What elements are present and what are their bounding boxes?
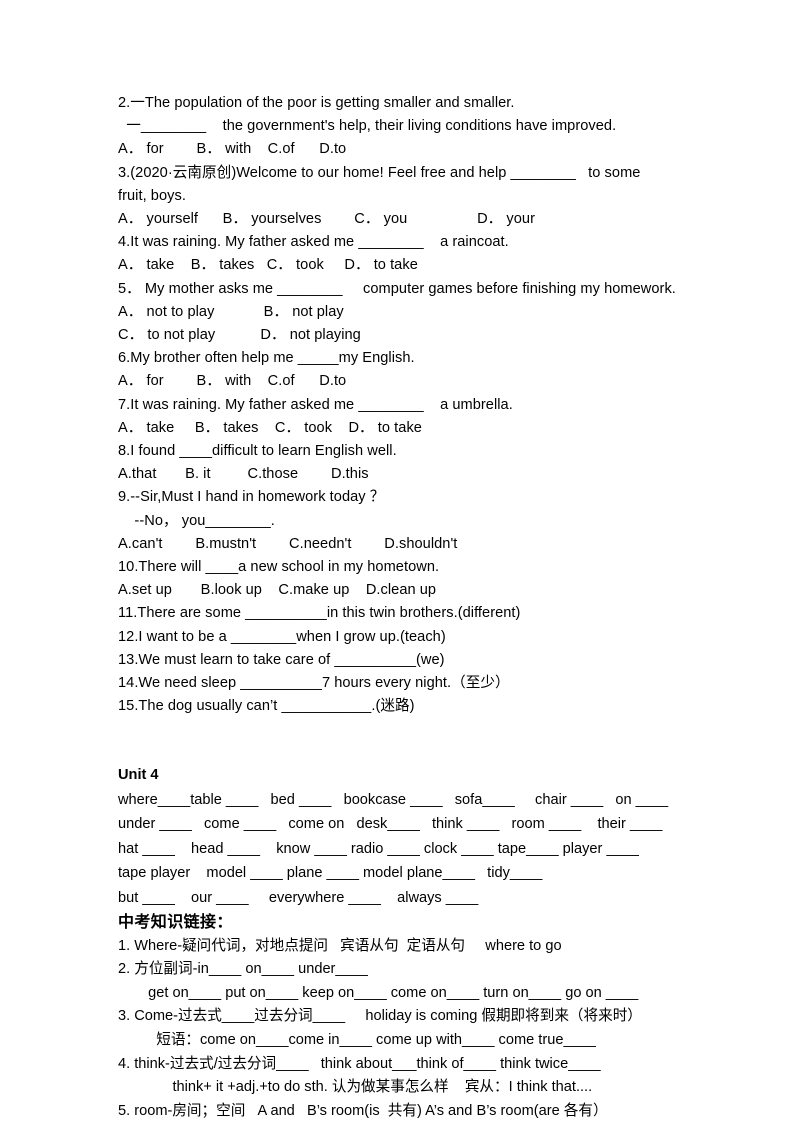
unit4-vocab-line-5: but ____ our ____ everywhere ____ always…: [118, 890, 479, 907]
unit4-vocab-line-4: tape player model ____ plane ____ model …: [118, 865, 543, 882]
question-3-options: A． yourself B． yourselves C． you D． your: [118, 211, 536, 228]
question-9-stem-line2: --No， you________.: [118, 512, 275, 529]
knowledge-item-3: 3. Come-过去式____过去分词____ holiday is comin…: [118, 1008, 642, 1025]
knowledge-item-2: 2. 方位副词-in____ on____ under____: [118, 961, 368, 978]
knowledge-item-2-sub: get on____ put on____ keep on____ come o…: [140, 984, 639, 1001]
unit4-vocab-line-1: where____table ____ bed ____ bookcase __…: [118, 791, 669, 808]
question-5-stem-line1: 5． My mother asks me ________ computer g…: [118, 280, 676, 297]
question-3-stem-line2: fruit, boys.: [118, 187, 186, 204]
question-9-stem-line1: 9.--Sir,Must I hand in homework today ？: [118, 489, 385, 506]
question-5-options-line1: A． not to play B． not play: [118, 303, 344, 320]
worksheet-content: 2.一The population of the poor is getting…: [118, 92, 683, 1123]
knowledge-item-1: 1. Where-疑问代词，对地点提问 宾语从句 定语从句 where to g…: [118, 937, 562, 954]
knowledge-item-3-sub: 短语：come on____come in____ come up with__…: [140, 1032, 596, 1049]
knowledge-link-heading: 中考知识链接：: [118, 913, 233, 931]
question-4-stem-line1: 4.It was raining. My father asked me ___…: [118, 234, 509, 251]
question-2-options: A． for B． with C.of D.to: [118, 141, 347, 158]
question-7-options: A． take B． takes C． took D． to take: [118, 419, 422, 436]
question-3-stem-line1: 3.(2020·云南原创)Welcome to our home! Feel f…: [118, 164, 641, 181]
knowledge-item-5: 5. room-房间；空间 A and B’s room(is 共有) A’s …: [118, 1102, 608, 1119]
question-14-stem: 14.We need sleep __________7 hours every…: [118, 675, 510, 692]
unit4-heading: Unit 4: [118, 767, 159, 784]
question-15-stem: 15.The dog usually can’t ___________.(迷路…: [118, 698, 415, 715]
question-6-options: A． for B． with C.of D.to: [118, 373, 347, 390]
question-8-stem-line1: 8.I found ____difficult to learn English…: [118, 443, 397, 460]
question-8-options: A.that B. it C.those D.this: [118, 466, 369, 483]
question-12-stem: 12.I want to be a ________when I grow up…: [118, 628, 446, 645]
question-5-options-line2: C． to not play D． not playing: [118, 327, 361, 344]
knowledge-item-4: 4. think-过去式/过去分词____ think about___thin…: [118, 1055, 601, 1072]
question-7-stem-line1: 7.It was raining. My father asked me ___…: [118, 396, 513, 413]
unit4-vocab-line-3: hat ____ head ____ know ____ radio ____ …: [118, 840, 639, 857]
question-2-stem-line1: 2.一The population of the poor is getting…: [118, 95, 515, 111]
question-10-stem-line1: 10.There will ____a new school in my hom…: [118, 559, 440, 576]
question-10-options: A.set up B.look up C.make up D.clean up: [118, 582, 437, 599]
question-11-stem: 11.There are some __________in this twin…: [118, 605, 521, 622]
question-9-options: A.can't B.mustn't C.needn't D.shouldn't: [118, 535, 458, 552]
question-4-options: A． take B． takes C． took D． to take: [118, 257, 418, 274]
unit4-vocab-line-2: under ____ come ____ come on desk____ th…: [118, 816, 663, 833]
knowledge-item-4-sub: think+ it +adj.+to do sth. 认为做某事怎么样 宾从：I…: [140, 1079, 593, 1096]
worksheet-page: 2.一The population of the poor is getting…: [0, 0, 794, 1123]
question-13-stem: 13.We must learn to take care of _______…: [118, 651, 445, 668]
question-6-stem-line1: 6.My brother often help me _____my Engli…: [118, 350, 415, 367]
question-2-stem-line2: 一________ the government's help, their l…: [118, 118, 617, 135]
